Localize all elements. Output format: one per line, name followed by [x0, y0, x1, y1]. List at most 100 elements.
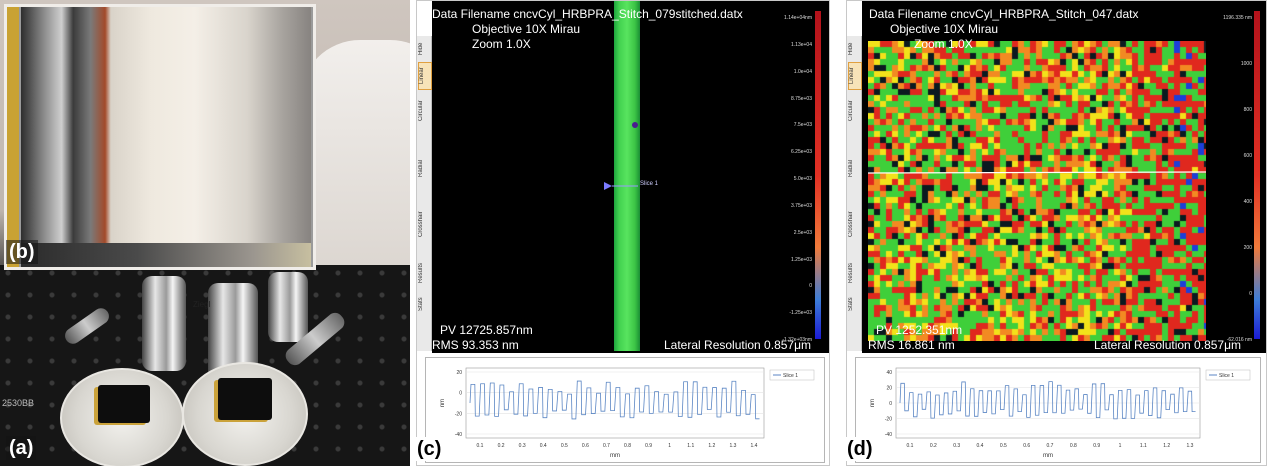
d-x-tick: 0.5: [1000, 443, 1007, 449]
tool-linear-d[interactable]: Linear: [848, 62, 862, 90]
c-x-tick: 1.1: [687, 443, 694, 449]
defect-dot: [632, 122, 638, 128]
tool-crosshair-d[interactable]: Crosshair: [848, 204, 860, 244]
filename-line: Data Filename cncvCyl_HRBPRA_Stitch_079s…: [432, 7, 743, 21]
d-x-tick: 1.2: [1163, 443, 1170, 449]
c-colorbar-tick: 3.75e+03: [791, 202, 812, 209]
tool-circular-d[interactable]: Circular: [848, 94, 860, 128]
c-x-tick: 1: [668, 443, 671, 449]
d-y-tick: -20: [885, 417, 892, 423]
c-y-tick: -40: [455, 432, 462, 438]
c-colorbar-tick: 7.5e+03: [793, 122, 812, 129]
pv-readout-d: PV 1252.351nm: [876, 323, 963, 337]
d-colorbar-tick: 1196.335 nm: [1223, 15, 1252, 21]
cylindrical-mirror: [21, 7, 311, 255]
sample-piece-right: [218, 378, 272, 420]
c-x-tick: 0.5: [561, 443, 568, 449]
tool-radial-d[interactable]: Radial: [848, 154, 860, 182]
d-x-tick: 0.3: [953, 443, 960, 449]
c-colorbar-tick: 2.5e+03: [793, 229, 812, 236]
d-x-label: mm: [1043, 453, 1053, 459]
tool-hide[interactable]: Hide: [418, 38, 430, 60]
tool-circular[interactable]: Circular: [418, 94, 430, 128]
tool-results[interactable]: Results: [418, 258, 430, 288]
tool-strip-c: Hide Linear Circular Radial Crosshair Re…: [417, 36, 432, 351]
d-colorbar-tick: 600: [1243, 153, 1252, 159]
c-x-tick: 0.6: [582, 443, 589, 449]
c-colorbar-tick: -1.25e+03: [789, 310, 812, 317]
height-map: [868, 41, 1206, 341]
c-x-tick: 0.4: [540, 443, 547, 449]
tool-crosshair[interactable]: Crosshair: [418, 204, 430, 244]
c-x-tick: 0.9: [645, 443, 652, 449]
surface-view-c[interactable]: Slice 1 Data Filename cncvCyl_HRBPRA_Sti…: [432, 1, 829, 353]
panel-label-d: (d): [844, 437, 876, 461]
d-x-tick: 0.9: [1093, 443, 1100, 449]
tool-strip-d: Hide Linear Circular Radial Crosshair Re…: [847, 36, 862, 351]
c-y-tick: 20: [456, 370, 462, 376]
pv-readout: PV 12725.857nm: [440, 323, 533, 337]
colorbar-ticks-c: 1.14e+04nm 1.13e+04 1.0e+04 8.75e+03 7.5e+03…: [772, 1, 812, 353]
objective-line: Objective 10X Mirau: [472, 22, 581, 36]
d-x-tick: 0.7: [1047, 443, 1054, 449]
d-colorbar-tick: 1000: [1240, 61, 1252, 67]
tool-linear[interactable]: Linear: [418, 62, 432, 90]
d-colorbar-tick: 200: [1243, 245, 1252, 251]
panel-label-c: (c): [414, 437, 445, 461]
c-colorbar-tick: 8.75e+03: [791, 95, 812, 102]
objective-lens-right: [268, 272, 308, 342]
d-colorbar-tick: 400: [1243, 199, 1252, 205]
rms-readout-d: RMS 16.861 nm: [868, 338, 955, 352]
c-colorbar-tick: 1.25e+03: [791, 256, 812, 263]
c-x-tick: 1.2: [708, 443, 715, 449]
d-x-tick: 1: [1119, 443, 1122, 449]
c-x-tick: 1.4: [751, 443, 758, 449]
c-x-tick: 1.3: [729, 443, 736, 449]
surface-view-d[interactable]: Data Filename cncvCyl_HRBPRA_Stitch_047.…: [862, 1, 1266, 353]
d-colorbar-tick: 0: [1249, 291, 1252, 297]
d-x-tick: 0.4: [977, 443, 984, 449]
tool-stats[interactable]: Stats: [418, 292, 430, 316]
sample-piece-left: [98, 385, 150, 423]
c-colorbar-tick: 5.0e+03: [793, 176, 812, 182]
microscope-dome: [300, 40, 410, 300]
slice-arrow-icon: [604, 182, 612, 190]
d-x-tick: 0.8: [1070, 443, 1077, 449]
c-x-tick: 0.2: [498, 443, 505, 449]
measurement-window-c: Hide Linear Circular Radial Crosshair Re…: [414, 0, 830, 466]
profile-plot-d: 40 20 0 -20 -40 0.1 0.2 0.3 0.4 0.5 0.6 0.7 0.8 0.9 1 1…: [855, 357, 1261, 463]
d-x-tick: 0.1: [907, 443, 914, 449]
d-x-tick: 1.3: [1187, 443, 1194, 449]
tool-results-d[interactable]: Results: [848, 258, 860, 288]
panel-label-a: (a): [6, 436, 37, 460]
profile-svg-d: 40 20 0 -20 -40 0.1 0.2 0.3 0.4 0.5 0.6 0.7 0.8 0.9 1 1…: [870, 367, 1251, 459]
c-colorbar-tick: 1.14e+04nm: [784, 15, 812, 21]
filename-line-d: Data Filename cncvCyl_HRBPRA_Stitch_047.…: [869, 7, 1139, 21]
d-legend-text: Slice 1: [1219, 373, 1234, 379]
d-colorbar-tick: 800: [1243, 107, 1252, 113]
colorbar-c: [815, 11, 821, 339]
c-colorbar-tick: -1.32e+03nm: [782, 337, 812, 343]
tool-radial[interactable]: Radial: [418, 154, 430, 182]
tool-stats-d[interactable]: Stats: [848, 292, 860, 316]
rms-readout: RMS 93.353 nm: [432, 338, 519, 352]
colorbar-ticks-d: 1196.335 nm 1000 800 600 400 200 0 -62.016 nm: [1214, 1, 1252, 353]
slice-label: Slice 1: [640, 181, 659, 187]
profile-svg-c: 20 0 -20 -40 0.1 0.2 0.3 0.4 0.5 0.6 0.7 0.8 0.9 1 1.1…: [440, 367, 815, 459]
photo-panel: Ziegl 2530BB (b) (a): [0, 0, 410, 466]
stage-tag: 2530BB: [2, 398, 35, 408]
c-colorbar-tick: 1.0e+04: [793, 68, 812, 75]
d-y-tick: 0: [889, 401, 892, 407]
c-y-tick: -20: [455, 411, 462, 417]
c-colorbar-tick: 1.13e+04: [791, 41, 812, 48]
c-colorbar-tick: 6.25e+03: [791, 149, 812, 156]
colorbar-d: [1254, 11, 1260, 339]
c-x-tick: 0.3: [519, 443, 526, 449]
d-y-tick: 40: [886, 370, 892, 376]
slice-marker-d[interactable]: [868, 171, 1206, 175]
tool-hide-d[interactable]: Hide: [848, 38, 860, 60]
mirror-base: [21, 243, 311, 267]
d-y-tick: -40: [885, 432, 892, 438]
measurement-window-d: Hide Linear Circular Radial Crosshair Re…: [844, 0, 1267, 466]
objective-lens-left: [142, 276, 186, 371]
